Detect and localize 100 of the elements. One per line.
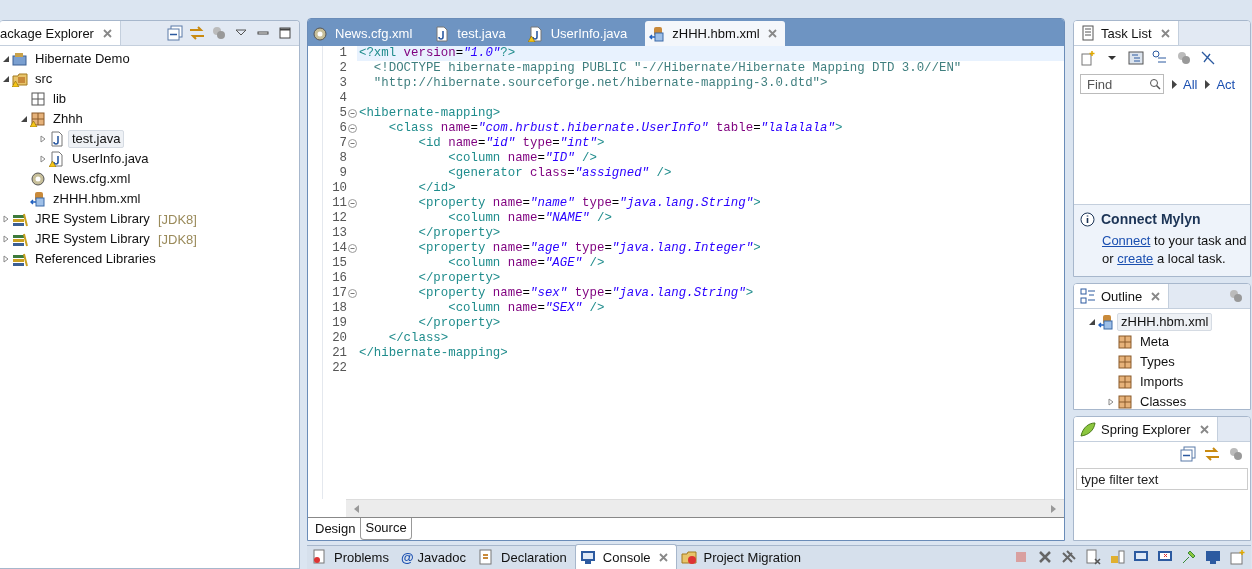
tree-item[interactable]: News.cfg.xml [49, 170, 135, 188]
categorized-icon[interactable] [1128, 50, 1144, 66]
tree-item[interactable]: lib [49, 90, 70, 108]
code-line: </id> [417, 181, 457, 196]
info-icon [1080, 211, 1095, 227]
tree-item[interactable]: test.java [68, 130, 125, 148]
collapsed-arrow-icon[interactable] [2, 255, 10, 263]
code-line: <property name="name" type="java.lang.String"> [417, 196, 762, 211]
help-text: Connect to your task and [1101, 232, 1244, 250]
balls-icon[interactable] [1228, 446, 1244, 462]
scheduled-icon[interactable] [1152, 50, 1168, 66]
task-list-icon[interactable] [1080, 25, 1096, 41]
close-icon[interactable] [658, 552, 668, 562]
scroll-lock-icon[interactable] [1109, 549, 1125, 565]
close-icon[interactable] [767, 29, 777, 38]
arrow-icon [1172, 79, 1177, 89]
line-number: 16 [331, 271, 347, 286]
view-tab[interactable]: Declaration [474, 545, 575, 569]
code-line: </hibernate-mapping> [358, 346, 509, 361]
collapse-all-icon[interactable] [167, 25, 183, 41]
view-tab[interactable]: Console [574, 544, 677, 569]
tree-item[interactable]: UserInfo.java [68, 150, 153, 168]
tree-item[interactable]: Imports [1136, 373, 1188, 391]
display-icon[interactable] [1205, 549, 1221, 565]
library-tag: [JDK8] [157, 211, 197, 227]
tree-item[interactable]: Classes [1136, 393, 1191, 409]
code-line: <!DOCTYPE hibernate-mapping PUBLIC "-//Hibernate/Hibernate Mapping DTD 3.0//EN" [372, 61, 963, 76]
view-tab[interactable]: Project Migration [676, 545, 810, 569]
search-icon [1149, 78, 1161, 90]
close-icon[interactable] [1199, 424, 1209, 434]
tree-item[interactable]: src [31, 70, 57, 88]
horizontal-scrollbar[interactable] [346, 499, 1064, 517]
collapse-all-icon[interactable] [1180, 446, 1196, 462]
outline-icon[interactable] [1080, 288, 1096, 304]
tree-item[interactable]: Types [1136, 353, 1179, 371]
line-number: 8 [338, 151, 347, 166]
tree-item[interactable]: zHHH.hbm.xml [1117, 313, 1213, 331]
tree-item[interactable]: Zhhh [49, 110, 87, 128]
hide-icon[interactable] [1200, 50, 1216, 66]
close-icon[interactable] [1151, 291, 1161, 301]
view-tab[interactable]: @ Javadoc [396, 545, 475, 569]
leaf-icon[interactable] [1080, 421, 1096, 437]
line-number: 4 [338, 91, 347, 106]
fold-icon[interactable] [347, 124, 357, 133]
help-text: or create a local task. [1101, 250, 1227, 268]
remove-all-icon[interactable] [1061, 549, 1077, 565]
balls-icon[interactable] [211, 25, 227, 41]
collapsed-arrow-icon[interactable] [39, 135, 47, 143]
text-link[interactable]: Connect [1102, 233, 1151, 248]
mapping-file-icon [1098, 314, 1114, 330]
fold-icon[interactable] [347, 244, 357, 253]
code-line: </property> [417, 316, 502, 331]
tree-item[interactable]: Referenced Libraries [31, 250, 160, 268]
fold-icon[interactable] [347, 109, 357, 118]
clear-console-icon[interactable] [1085, 549, 1101, 565]
remove-icon[interactable] [1037, 549, 1053, 565]
new-console-icon[interactable] [1229, 549, 1245, 565]
link-arrows-icon[interactable] [189, 25, 205, 41]
expanded-arrow-icon[interactable] [2, 55, 10, 63]
tree-item[interactable]: zHHH.hbm.xml [49, 190, 145, 208]
tree-item[interactable]: Hibernate Demo [31, 50, 134, 68]
mode-tab[interactable]: Source [360, 518, 412, 540]
mode-tab[interactable]: Design [310, 518, 361, 540]
filter-link[interactable]: Act [1216, 76, 1236, 92]
text-link[interactable]: create [1117, 251, 1154, 266]
link-arrows-icon[interactable] [1204, 446, 1220, 462]
arrow-icon [1205, 79, 1211, 89]
balls-icon[interactable] [1228, 288, 1244, 304]
expanded-arrow-icon[interactable] [2, 75, 10, 83]
line-number: 3 [338, 76, 347, 91]
collapsed-arrow-icon[interactable] [1107, 398, 1115, 406]
expanded-arrow-icon[interactable] [1088, 318, 1096, 326]
fold-icon[interactable] [347, 199, 357, 208]
view-tab[interactable]: Problems [307, 545, 397, 569]
editor-tab[interactable]: zHHH.hbm.xml [645, 21, 785, 46]
pin-icon[interactable] [1181, 549, 1197, 565]
maximize-icon[interactable] [277, 25, 293, 41]
fold-icon[interactable] [347, 289, 357, 298]
collapsed-arrow-icon[interactable] [2, 215, 10, 223]
expanded-arrow-icon[interactable] [20, 115, 28, 123]
find-field[interactable]: Find [1080, 74, 1164, 94]
collapsed-arrow-icon[interactable] [2, 235, 10, 243]
close-icon[interactable] [102, 28, 112, 38]
close-icon[interactable] [1160, 28, 1170, 38]
line-number: 9 [338, 166, 347, 181]
line-number: 20 [331, 331, 347, 346]
code-line: "http://hibernate.sourceforge.net/hibernate-mapping-3.0.dtd"> [372, 76, 829, 91]
filter-field[interactable]: type filter text [1076, 468, 1248, 490]
tree-item[interactable]: Meta [1136, 333, 1173, 351]
collapsed-arrow-icon[interactable] [39, 155, 47, 163]
code-line: <column name="AGE" /> [447, 256, 606, 271]
tree-item[interactable]: JRE System Library [31, 230, 154, 248]
scroll-right-icon[interactable] [1050, 504, 1056, 513]
tree-item[interactable]: JRE System Library [31, 210, 154, 228]
fold-icon[interactable] [347, 139, 357, 148]
balls-icon[interactable] [1176, 50, 1192, 66]
new-task-icon[interactable] [1080, 50, 1096, 66]
filter-link[interactable]: All [1183, 76, 1198, 92]
line-number: 1 [338, 46, 347, 61]
scroll-left-icon[interactable] [354, 504, 360, 513]
